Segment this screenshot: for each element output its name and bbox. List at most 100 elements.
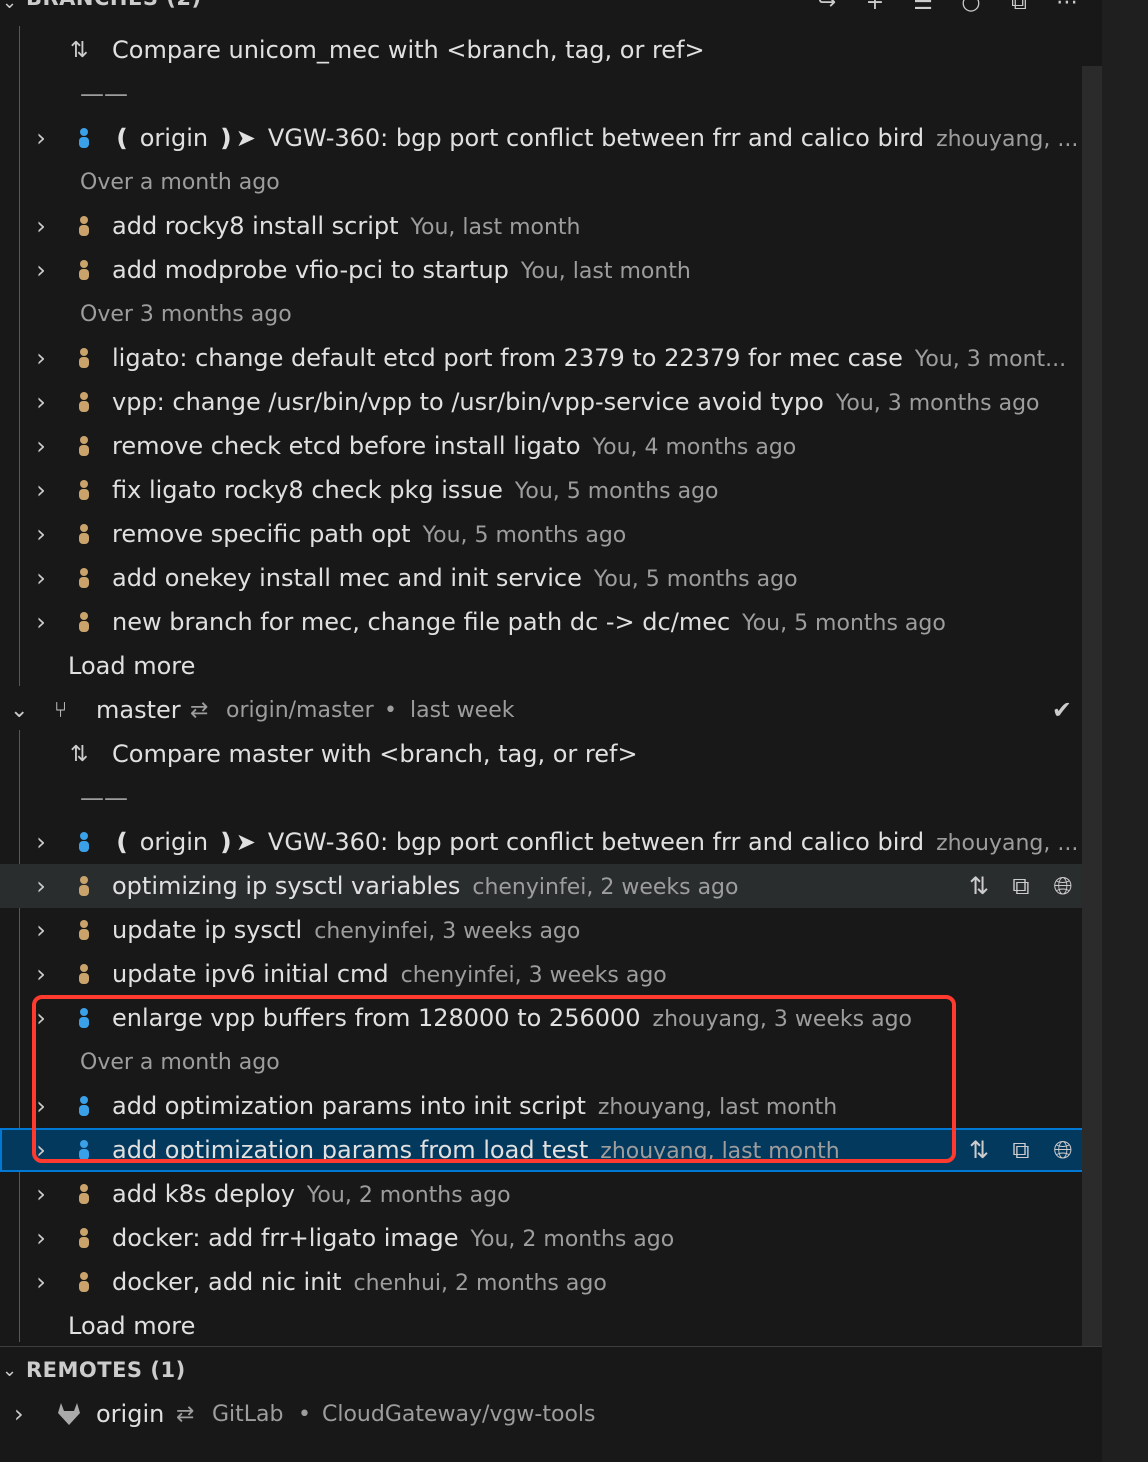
commit-row[interactable]: › enlarge vpp buffers from 128000 to 2560… <box>0 996 1102 1040</box>
chevron-right-icon[interactable]: › <box>14 1400 24 1428</box>
commit-row[interactable]: › add rocky8 install script You, last mont… <box>0 204 1102 248</box>
commit-text: enlarge vpp buffers from 128000 to 25600… <box>112 1004 912 1032</box>
copy-icon[interactable]: ⧉ <box>1008 1136 1034 1164</box>
commit-row[interactable]: › remove specific path opt You, 5 months a… <box>0 512 1102 556</box>
gitlab-icon <box>54 1399 84 1429</box>
commit-row[interactable]: › ligato: change default etcd port from 2… <box>0 336 1102 380</box>
compare-icon[interactable]: ⇅ <box>966 1136 992 1164</box>
commit-message: docker, add nic init <box>112 1268 342 1296</box>
chevron-right-icon[interactable]: › <box>28 476 54 504</box>
chevron-right-icon[interactable]: › <box>28 344 54 372</box>
commit-meta: zhouyang, last month <box>600 1139 840 1164</box>
load-more-row[interactable]: Load more <box>0 644 1102 688</box>
avatar-icon <box>74 1137 94 1163</box>
globe-icon[interactable]: 🌐︎ <box>1050 1136 1076 1164</box>
chevron-right-icon[interactable]: › <box>28 1180 54 1208</box>
chevron-down-icon[interactable]: ⌄ <box>10 698 28 723</box>
separator-dash: —— <box>80 784 128 812</box>
collapse-icon[interactable]: ⧉ <box>1006 0 1032 15</box>
chevron-right-icon[interactable]: › <box>28 960 54 988</box>
avatar-icon <box>74 1093 94 1119</box>
branch-time: last week <box>410 697 515 723</box>
compare-icon: ⇅ <box>70 741 89 767</box>
avatar-icon <box>74 477 94 503</box>
chevron-right-icon[interactable]: › <box>28 872 54 900</box>
chevron-right-icon[interactable]: › <box>28 1004 54 1032</box>
bullet: • <box>298 1401 311 1427</box>
avatar-icon <box>74 521 94 547</box>
chevron-right-icon[interactable]: › <box>28 1224 54 1252</box>
load-more-link[interactable]: Load more <box>68 1312 195 1340</box>
chevron-right-icon[interactable]: › <box>28 432 54 460</box>
commit-row[interactable]: › docker, add nic init chenhui, 2 months a… <box>0 1260 1102 1304</box>
commit-message: remove specific path opt <box>112 520 411 548</box>
commit-row[interactable]: › update ip sysctl chenyinfei, 3 weeks ago <box>0 908 1102 952</box>
section-divider <box>0 1346 1102 1347</box>
commit-row[interactable]: › ❪ origin ❫➤ VGW-360: bgp port conflict b… <box>0 116 1102 160</box>
add-icon[interactable]: + <box>862 0 888 15</box>
commit-text: vpp: change /usr/bin/vpp to /usr/bin/vpp… <box>112 388 1040 416</box>
globe-icon[interactable]: 🌐︎ <box>1050 872 1076 900</box>
chevron-right-icon[interactable]: › <box>28 828 54 856</box>
commit-message: fix ligato rocky8 check pkg issue <box>112 476 503 504</box>
separator-row: —— <box>0 72 1102 116</box>
commit-text: docker: add frr+ligato image You, 2 month… <box>112 1224 674 1252</box>
chevron-right-icon[interactable]: › <box>28 1092 54 1120</box>
remote-path: CloudGateway/vgw-tools <box>322 1401 596 1427</box>
chevron-right-icon[interactable]: › <box>28 388 54 416</box>
commit-row[interactable]: › ❪ origin ❫➤ VGW-360: bgp port conflict b… <box>0 820 1102 864</box>
load-more-row[interactable]: Load more <box>0 1304 1102 1348</box>
master-branch-row[interactable]: ⌄ ⑂ master ⇄ origin/master • last week ✔ <box>0 688 1102 732</box>
remote-origin-row[interactable]: › origin ⇄ GitLab • CloudGateway/vgw-too… <box>0 1392 1102 1436</box>
commit-row[interactable]: › add onekey install mec and init service… <box>0 556 1102 600</box>
copy-icon[interactable]: ⧉ <box>1008 872 1034 900</box>
commit-row[interactable]: › fix ligato rocky8 check pkg issue You, 5… <box>0 468 1102 512</box>
chevron-right-icon[interactable]: › <box>28 212 54 240</box>
load-more-link[interactable]: Load more <box>68 652 195 680</box>
avatar-icon <box>74 609 94 635</box>
avatar-icon <box>74 917 94 943</box>
compare-icon[interactable]: ⇅ <box>966 872 992 900</box>
commit-text: update ip sysctl chenyinfei, 3 weeks ago <box>112 916 580 944</box>
commit-row[interactable]: › update ipv6 initial cmd chenyinfei, 3 we… <box>0 952 1102 996</box>
commit-text: ❪ origin ❫➤ VGW-360: bgp port conflict be… <box>112 124 1078 152</box>
branches-section-header[interactable]: ⌄ BRANCHES (2) ↪ + ☰ ○ ⧉ ⋯ <box>0 0 1102 20</box>
group-label-row: Over 3 months ago <box>0 292 1102 336</box>
commit-meta: You, 3 months ago <box>835 391 1040 416</box>
compare-master-row[interactable]: ⇅ Compare master with <branch, tag, or r… <box>0 732 1102 776</box>
compare-unicom-row[interactable]: ⇅ Compare unicom_mec with <branch, tag, … <box>0 28 1102 72</box>
header-actions: ↪ + ☰ ○ ⧉ ⋯ <box>814 0 1080 15</box>
chevron-right-icon[interactable]: › <box>28 124 54 152</box>
commit-row[interactable]: › add optimization params from load test z… <box>0 1128 1102 1172</box>
commit-row[interactable]: › vpp: change /usr/bin/vpp to /usr/bin/vp… <box>0 380 1102 424</box>
scrollbar[interactable] <box>1082 66 1102 1346</box>
commit-text: ligato: change default etcd port from 23… <box>112 344 1066 372</box>
commit-row[interactable]: › add optimization params into init scrip… <box>0 1084 1102 1128</box>
chevron-right-icon[interactable]: › <box>28 1136 54 1164</box>
commit-row[interactable]: › add k8s deploy You, 2 months ago <box>0 1172 1102 1216</box>
refresh-icon[interactable]: ○ <box>958 0 984 15</box>
avatar-icon <box>74 1269 94 1295</box>
commit-row[interactable]: › remove check etcd before install ligato… <box>0 424 1102 468</box>
separator-dash: —— <box>80 80 128 108</box>
chevron-right-icon[interactable]: › <box>28 256 54 284</box>
chevron-right-icon[interactable]: › <box>28 564 54 592</box>
commit-message: enlarge vpp buffers from 128000 to 25600… <box>112 1004 641 1032</box>
more-icon[interactable]: ⋯ <box>1054 0 1080 15</box>
group-label: Over 3 months ago <box>80 301 292 327</box>
chevron-right-icon[interactable]: › <box>28 916 54 944</box>
remote-tag: ❪ origin ❫➤ <box>112 124 256 152</box>
commit-row[interactable]: › docker: add frr+ligato image You, 2 mont… <box>0 1216 1102 1260</box>
commit-row[interactable]: › add modprobe vfio-pci to startup You, la… <box>0 248 1102 292</box>
chevron-right-icon[interactable]: › <box>28 608 54 636</box>
commit-row[interactable]: › new branch for mec, change file path dc… <box>0 600 1102 644</box>
remotes-section-header[interactable]: ⌄ REMOTES (1) <box>0 1348 1102 1392</box>
chevron-right-icon[interactable]: › <box>28 520 54 548</box>
commit-row[interactable]: › optimizing ip sysctl variables chenyinfe… <box>0 864 1102 908</box>
commit-text: docker, add nic init chenhui, 2 months ag… <box>112 1268 607 1296</box>
switch-icon[interactable]: ↪ <box>814 0 840 15</box>
commit-text: add optimization params into init script… <box>112 1092 837 1120</box>
list-icon[interactable]: ☰ <box>910 0 936 15</box>
avatar-icon <box>74 961 94 987</box>
chevron-right-icon[interactable]: › <box>28 1268 54 1296</box>
